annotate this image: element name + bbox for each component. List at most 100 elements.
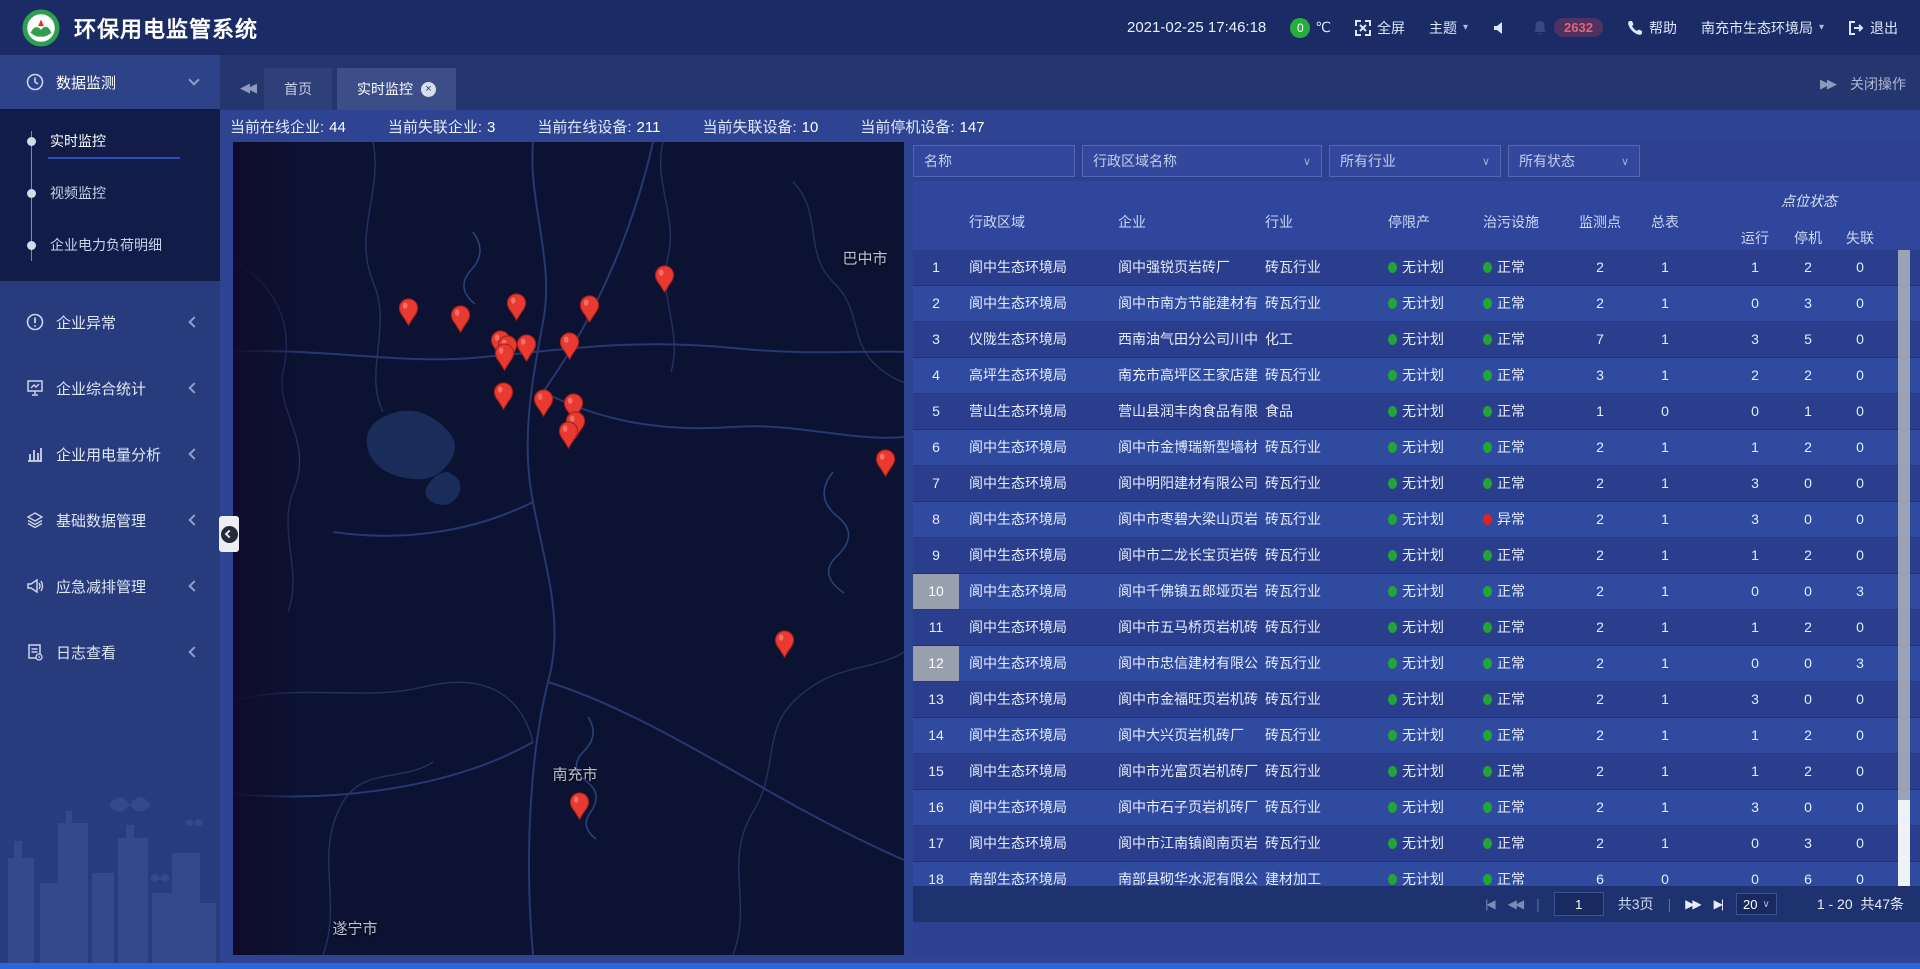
tab-home[interactable]: 首页 [264,68,332,110]
table-row[interactable]: 15阆中生态环境局阆中市光富页岩机砖厂砖瓦行业无计划正常21120 [913,754,1920,790]
cell-run: 2 [1730,358,1780,393]
fullscreen-button[interactable]: 全屏 [1355,18,1405,38]
table-row[interactable]: 10阆中生态环境局阆中千佛镇五郎垭页岩砖瓦行业无计划正常21003 [913,574,1920,610]
table-row[interactable]: 17阆中生态环境局阆中市江南镇阆南页岩砖瓦行业无计划正常21030 [913,826,1920,862]
cell-industry: 砖瓦行业 [1265,250,1383,285]
sidebar-item-power-load-detail[interactable]: 企业电力负荷明细 [0,219,220,271]
sidebar-item-base-data[interactable]: 基础数据管理 [0,493,220,547]
tab-scroll-left-icon[interactable]: ◀◀ [240,80,254,96]
tab-scroll-right-icon[interactable]: ▶▶ [1820,76,1834,92]
cell-meters: 1 [1640,430,1690,465]
page-size-select[interactable]: 20 ∨ [1736,893,1777,915]
region-filter-select[interactable]: 行政区域名称 ∨ [1082,145,1322,177]
cell-points: 6 [1575,862,1625,886]
map-pin[interactable] [654,265,675,294]
cell-plan: 无计划 [1388,430,1480,465]
table-row[interactable]: 14阆中生态环境局阆中大兴页岩机砖厂砖瓦行业无计划正常21120 [913,718,1920,754]
map-pin[interactable] [506,293,527,322]
map-pin[interactable] [579,295,600,324]
mute-button[interactable] [1492,20,1508,36]
map-pin[interactable] [774,630,795,659]
sidebar-collapse-button[interactable] [219,516,239,552]
cell-plan: 无计划 [1388,862,1480,886]
cell-meters: 1 [1640,538,1690,573]
cell-industry: 砖瓦行业 [1265,466,1383,501]
map-pin[interactable] [516,334,537,363]
cell-facility: 正常 [1483,862,1575,886]
table-row[interactable]: 18南部生态环境局南部县砌华水泥有限公建材加工无计划正常60060 [913,862,1920,886]
industry-filter-select[interactable]: 所有行业 ∨ [1329,145,1501,177]
table-row[interactable]: 1阆中生态环境局阆中强锐页岩砖厂砖瓦行业无计划正常21120 [913,250,1920,286]
next-page-icon[interactable]: ▶▶ [1685,897,1699,911]
table-row[interactable]: 13阆中生态环境局阆中市金福旺页岩机砖砖瓦行业无计划正常21300 [913,682,1920,718]
table-row[interactable]: 9阆中生态环境局阆中市二龙长宝页岩砖砖瓦行业无计划正常21120 [913,538,1920,574]
table-row[interactable]: 6阆中生态环境局阆中市金博瑞新型墙材砖瓦行业无计划正常21120 [913,430,1920,466]
cell-facility: 正常 [1483,574,1575,609]
logout-button[interactable]: 退出 [1848,18,1898,38]
sidebar-item-power-analysis[interactable]: 企业用电量分析 [0,427,220,481]
cell-lost: 0 [1835,394,1885,429]
col-plan: 停限产 [1388,212,1430,232]
cell-meters: 1 [1640,466,1690,501]
cell-region: 阆中生态环境局 [969,466,1115,501]
close-operations-button[interactable]: 关闭操作 [1850,74,1906,94]
table-row[interactable]: 4高坪生态环境局南充市高坪区王家店建砖瓦行业无计划正常31220 [913,358,1920,394]
cell-run: 0 [1730,394,1780,429]
first-page-icon[interactable]: |◀ [1485,897,1493,911]
sidebar-item-enterprise-stats[interactable]: 企业综合统计 [0,361,220,415]
cell-company: 阆中市金福旺页岩机砖 [1118,682,1266,717]
table-row[interactable]: 11阆中生态环境局阆中市五马桥页岩机砖砖瓦行业无计划正常21120 [913,610,1920,646]
table-row[interactable]: 5营山生态环境局营山县润丰肉食品有限食品无计划正常10010 [913,394,1920,430]
sidebar-item-enterprise-abnormal[interactable]: 企业异常 [0,295,220,349]
scrollbar-thumb[interactable] [1898,250,1910,800]
total-pages-label: 共3页 [1618,894,1654,914]
map-pin[interactable] [875,449,896,478]
map-pin[interactable] [494,343,515,372]
map-pin[interactable] [533,389,554,418]
sidebar-item-data-monitoring[interactable]: 数据监测 [0,55,220,109]
sidebar-item-video-monitor[interactable]: 视频监控 [0,167,220,219]
cell-stop: 0 [1783,646,1833,681]
cell-plan: 无计划 [1388,502,1480,537]
cell-points: 1 [1575,394,1625,429]
sidebar-item-realtime-monitor[interactable]: 实时监控 [0,115,220,167]
alert-circle-icon [26,313,44,331]
org-dropdown[interactable]: 南充市生态环境局 ▾ [1701,18,1824,38]
prev-page-icon[interactable]: ◀◀ [1508,897,1522,911]
main-content: 当前在线企业:44 当前失联企业:3 当前在线设备:211 当前失联设备:10 … [220,110,1920,963]
map-pin[interactable] [493,382,514,411]
map-canvas[interactable]: 巴中市南充市遂宁市 [233,142,904,955]
last-page-icon[interactable]: ▶| [1714,897,1722,911]
sidebar-item-log-view[interactable]: 日志查看 [0,625,220,679]
cell-stop: 2 [1783,718,1833,753]
table-row[interactable]: 8阆中生态环境局阆中市枣碧大梁山页岩砖瓦行业无计划异常21300 [913,502,1920,538]
close-tab-icon[interactable]: × [421,82,436,97]
sidebar-item-emergency-reduction[interactable]: 应急减排管理 [0,559,220,613]
map-pin[interactable] [558,421,579,450]
cell-lost: 0 [1835,322,1885,357]
map-pin[interactable] [398,298,419,327]
map-pin[interactable] [450,305,471,334]
name-filter-input[interactable] [924,153,1064,169]
tab-bar: ◀◀ 首页 实时监控 × ▶▶ 关闭操作 [220,55,1920,110]
table-row[interactable]: 12阆中生态环境局阆中市忠信建材有限公砖瓦行业无计划正常21003 [913,646,1920,682]
status-filter-select[interactable]: 所有状态 ∨ [1508,145,1640,177]
map-pin[interactable] [559,332,580,361]
table-row[interactable]: 7阆中生态环境局阆中明阳建材有限公司砖瓦行业无计划正常21300 [913,466,1920,502]
status-dot-green [1388,802,1397,813]
table-row[interactable]: 2阆中生态环境局阆中市南方节能建材有砖瓦行业无计划正常21030 [913,286,1920,322]
cell-company: 阆中市石子页岩机砖厂 [1118,790,1266,825]
scrollbar-track[interactable] [1898,800,1910,886]
help-button[interactable]: 帮助 [1627,18,1677,38]
page-number-input[interactable] [1554,892,1604,916]
page-title: 环保用电监管系统 [74,12,258,44]
cell-plan: 无计划 [1388,682,1480,717]
notifications[interactable]: 2632 [1532,18,1603,37]
map-pin[interactable] [569,792,590,821]
theme-dropdown[interactable]: 主题 ▾ [1429,18,1468,38]
tab-realtime-monitor[interactable]: 实时监控 × [337,68,456,110]
table-row[interactable]: 16阆中生态环境局阆中市石子页岩机砖厂砖瓦行业无计划正常21300 [913,790,1920,826]
cell-region: 阆中生态环境局 [969,718,1115,753]
table-row[interactable]: 3仪陇生态环境局西南油气田分公司川中化工无计划正常71350 [913,322,1920,358]
cell-run: 3 [1730,682,1780,717]
